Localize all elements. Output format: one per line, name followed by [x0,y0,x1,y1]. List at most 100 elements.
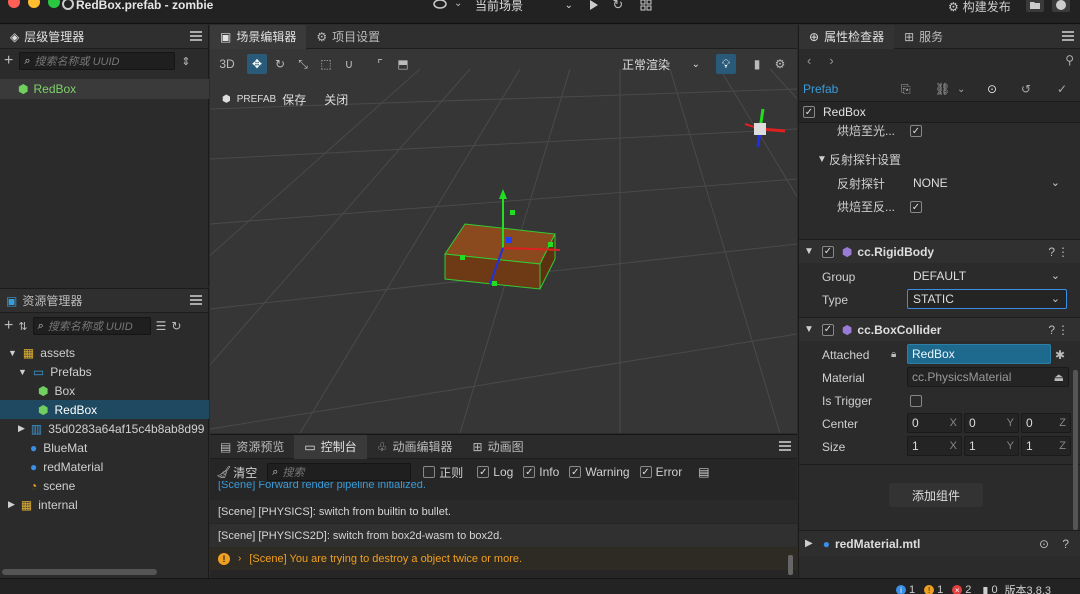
tab-hierarchy[interactable]: ◈ 层级管理器 [0,25,94,49]
add-icon[interactable]: + [4,317,13,335]
rotate-tool-icon[interactable]: ↻ [270,54,290,74]
tab-console[interactable]: ▭ 控制台 [294,434,367,459]
add-icon[interactable]: + [4,52,13,70]
puzzle-icon[interactable]: ✱ [1055,348,1065,362]
center-x-field[interactable]: 0X [907,413,962,433]
locate-prefab-icon[interactable]: ⊙ [987,82,997,96]
pin-icon[interactable]: ⚲ [1065,53,1074,67]
help-icon[interactable]: ? [1062,537,1069,551]
pivot-icon[interactable]: ⌜ [370,54,390,74]
asset-row[interactable]: ● BlueMat [0,438,209,457]
size-y-field[interactable]: 1Y [964,436,1019,456]
folder-icon[interactable] [1026,0,1044,12]
warning-filter-checkbox[interactable]: ✓ Warning [569,465,630,479]
publish-button[interactable]: ⚙ 构建发布 [948,0,1011,15]
center-z-field[interactable]: 0Z [1021,413,1071,433]
asset-row[interactable]: ▶ ▥ 35d0283a64af15c4b8ab8d99 [0,419,209,438]
assets-search-input[interactable]: ⌕ 搜索名称或 UUID [32,317,151,335]
attached-field[interactable]: RedBox [907,344,1051,364]
3d-toggle-button[interactable]: 3D [216,54,238,74]
refresh-icon[interactable]: ↻ [171,319,181,333]
platform-icon[interactable] [432,0,448,10]
center-y-field[interactable]: 0Y [964,413,1019,433]
sort-icon[interactable]: ⇅ [18,320,27,333]
panel-menu-icon[interactable] [779,441,791,451]
apply-icon[interactable]: ✓ [1057,82,1067,96]
world-icon[interactable]: ⬒ [393,54,413,74]
expand-icon[interactable]: › [238,553,241,564]
platform-chevron-icon[interactable]: ⌄ [454,0,462,9]
tab-inspector[interactable]: ⊕ 属性检查器 [799,25,895,49]
tab-assets[interactable]: ▣ 资源管理器 [0,289,92,313]
play-icon[interactable] [585,0,603,12]
tab-animation-graph[interactable]: ⊞ 动画图 [463,435,534,459]
panel-menu-icon[interactable] [190,31,202,41]
error-icon[interactable]: × [952,585,963,594]
panel-menu-icon[interactable] [190,295,202,305]
unlink-prefab-icon[interactable]: ⛓ [935,82,950,96]
back-icon[interactable]: ‹ [807,53,811,68]
tab-asset-preview[interactable]: ▤ 资源预览 [210,435,294,459]
panel-menu-icon[interactable] [1062,31,1074,41]
console-search-input[interactable]: ⌕ 搜索 [267,463,412,481]
size-z-field[interactable]: 1Z [1021,436,1071,456]
grid-icon[interactable] [637,0,655,12]
reflection-probe-select[interactable]: NONE ⌄ [907,173,1067,193]
error-filter-checkbox[interactable]: ✓ Error [639,465,682,479]
hierarchy-search-input[interactable]: ⌕ 搜索名称或 UUID [19,52,176,70]
boxcollider-component-header[interactable]: ▼ ✓ ⬢ cc.BoxCollider ? ⋮ [799,317,1080,341]
tab-project-settings[interactable]: ⚙ 项目设置 [306,25,390,49]
tab-scene-editor[interactable]: ▣ 场景编辑器 [210,25,307,49]
magnet-icon[interactable]: ∪ [339,54,359,74]
vertical-scrollbar[interactable] [1073,370,1078,530]
refresh-icon[interactable]: ↻ [609,0,627,12]
component-enabled-checkbox[interactable]: ✓ [821,245,834,258]
info-filter-checkbox[interactable]: ✓ Info [523,465,559,479]
asset-row[interactable]: ▶ ▦ internal [0,495,209,514]
asset-row[interactable]: ▼ ▦ assets [0,343,209,362]
vertical-scrollbar[interactable] [788,555,793,575]
clear-button[interactable]: 🧹︎ 清空 [216,464,257,481]
add-component-button[interactable]: 添加组件 [889,483,983,507]
progress-icon[interactable]: ▮ [982,584,988,594]
hierarchy-node-redbox[interactable]: ⬢ RedBox [0,79,209,99]
regex-toggle[interactable]: 正则 [423,464,463,481]
collapse-icon[interactable]: ⇕ [181,55,190,68]
log-row[interactable]: [Scene] [PHYSICS]: switch from builtin t… [210,500,797,523]
scale-tool-icon[interactable]: ⤡ [293,54,313,74]
prefab-save-button[interactable]: 保存 [282,91,306,108]
gear-icon[interactable]: ⚙ [770,54,790,74]
log-row[interactable]: [Scene] [PHYSICS2D]: switch from box2d-w… [210,524,797,547]
group-select[interactable]: DEFAULT ⌄ [907,266,1067,286]
log-row-warning[interactable]: ! › [Scene] You are trying to destroy a … [210,547,797,570]
warning-icon[interactable]: ! [924,585,935,594]
tab-services[interactable]: ⊞ 服务 [894,25,953,49]
rigidbody-component-header[interactable]: ▼ ✓ ⬢ cc.RigidBody ? ⋮ [799,239,1080,263]
node-active-checkbox[interactable]: ✓ [803,106,815,118]
scene-select[interactable]: 当前场景 ⌄ [475,0,577,13]
tab-animation-editor[interactable]: ♧ 动画编辑器 [367,435,463,459]
asset-row[interactable]: ▼ ▭ Prefabs [0,362,209,381]
bake-reflection-checkbox[interactable]: ✓ [910,201,922,213]
revert-icon[interactable]: ↺ [1021,82,1031,96]
rect-tool-icon[interactable]: ⬚ [316,54,336,74]
asset-row[interactable]: ⬢ Box [0,381,209,400]
locate-icon[interactable]: ⊙ [1039,537,1049,551]
is-trigger-checkbox[interactable] [910,395,922,407]
horizontal-scrollbar[interactable] [2,569,157,575]
component-enabled-checkbox[interactable]: ✓ [821,323,834,336]
type-select[interactable]: STATIC ⌄ [907,289,1067,309]
help-icon[interactable]: ? [1048,245,1055,259]
github-icon[interactable] [1052,0,1070,12]
help-icon[interactable]: ? [1048,323,1055,337]
asset-row[interactable]: ● redMaterial [0,457,209,476]
log-row-info[interactable]: [Scene] Forward render pipeline initiali… [210,481,797,497]
light-bulb-icon[interactable]: 💡︎ [716,54,736,74]
asset-row-selected[interactable]: ⬢ RedBox [0,400,209,419]
material-field[interactable]: cc.PhysicsMaterial ⏏ [907,367,1069,387]
edit-prefab-icon[interactable]: ⎘ [901,82,911,97]
more-icon[interactable]: ⋮ [1057,323,1069,337]
filter-icon[interactable]: ☰ [156,319,167,333]
camera-icon[interactable]: ▮ [747,54,767,74]
material-asset-row[interactable]: ▶ ● redMaterial.mtl ⊙ ? [799,530,1080,556]
